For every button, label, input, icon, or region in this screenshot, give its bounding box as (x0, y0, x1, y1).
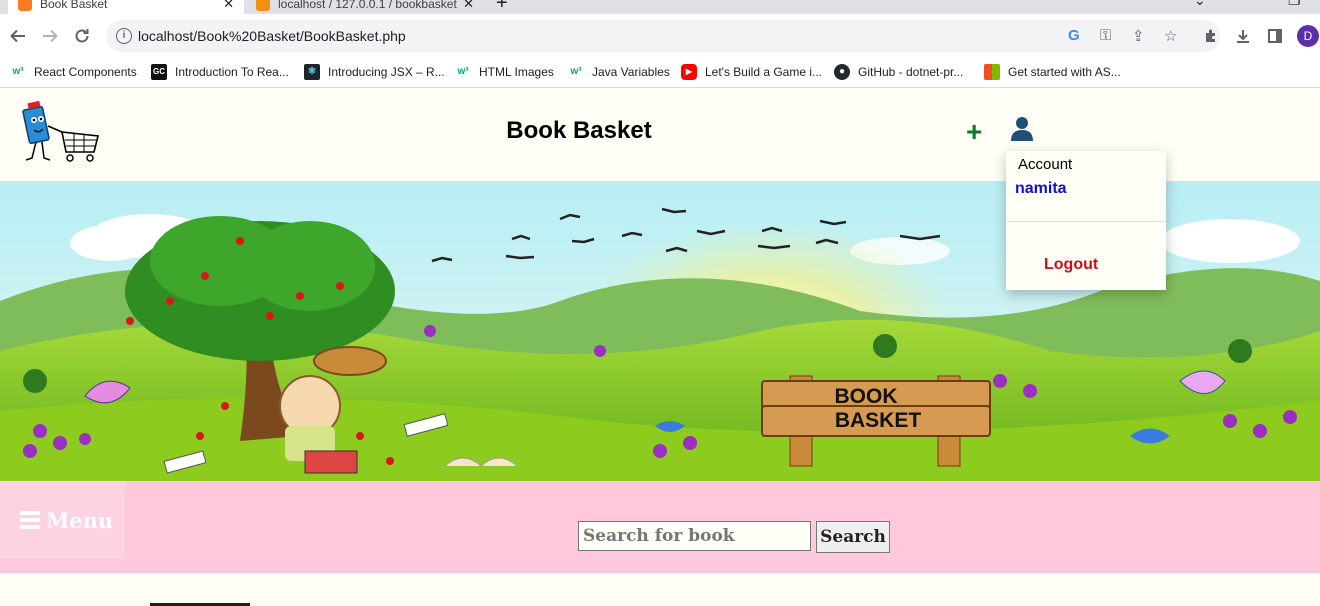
new-tab-button[interactable]: + (496, 0, 508, 14)
share-icon[interactable]: ⇪ (1132, 27, 1145, 45)
tab-search-icon[interactable]: ⌄ (1194, 0, 1206, 9)
bookmark-item[interactable]: ▶ Let's Build a Game i... (681, 64, 822, 80)
phpmyadmin-icon (256, 0, 270, 11)
site-info-icon[interactable]: i (116, 28, 132, 44)
site-title: Book Basket (506, 117, 652, 144)
profile-avatar[interactable]: D (1297, 25, 1319, 47)
menu-label: Menu (46, 507, 114, 533)
side-panel-icon[interactable] (1264, 25, 1286, 47)
search-input[interactable] (578, 521, 811, 551)
hamburger-icon (20, 508, 40, 532)
url-text[interactable]: localhost/Book%20Basket/BookBasket.php (138, 28, 406, 44)
menu-button[interactable]: Menu (0, 481, 125, 559)
bookmark-item[interactable]: w³ React Components (10, 64, 136, 80)
google-icon[interactable]: G (1068, 27, 1080, 44)
sign-text-basket: BASKET (835, 409, 922, 432)
react-icon: ⚛ (304, 64, 320, 80)
tab-title: Book Basket (40, 0, 108, 11)
menu-bar: Menu Search (0, 481, 1320, 573)
extensions-icon[interactable] (1200, 25, 1222, 47)
page: Book Basket + BOOK BASKET Account namita… (0, 88, 1320, 606)
user-account-icon[interactable] (1010, 116, 1034, 142)
dropdown-divider (1006, 221, 1166, 222)
bookmark-item[interactable]: Get started with AS... (984, 64, 1121, 80)
forward-arrow-icon[interactable] (39, 25, 61, 47)
tab-strip: Book Basket ✕ localhost / 127.0.0.1 / bo… (0, 0, 1320, 14)
bookmark-item[interactable]: w³ HTML Images (455, 64, 553, 80)
reload-icon[interactable] (71, 25, 93, 47)
close-icon[interactable]: ✕ (223, 0, 234, 12)
bookmark-item[interactable]: ⚛ Introducing JSX – R... (304, 64, 445, 80)
w3schools-icon: w³ (570, 66, 582, 77)
account-dropdown: Account namita Logout (1006, 151, 1166, 290)
gc-icon: GC (151, 64, 167, 80)
sign-text-book: BOOK (835, 385, 898, 408)
microsoft-icon (984, 64, 1000, 80)
key-icon[interactable]: ⚿ (1100, 27, 1111, 44)
account-username[interactable]: namita (1015, 180, 1067, 198)
browser-toolbar: i localhost/Book%20Basket/BookBasket.php… (0, 14, 1320, 58)
account-label: Account (1018, 156, 1073, 173)
address-bar[interactable]: i localhost/Book%20Basket/BookBasket.php… (106, 20, 1220, 52)
w3schools-icon: w³ (12, 66, 24, 77)
bookmark-item[interactable]: ● GitHub - dotnet-pr... (834, 64, 963, 80)
tab-book-basket[interactable]: Book Basket ✕ (8, 0, 244, 14)
w3schools-icon: w³ (457, 66, 469, 77)
youtube-icon: ▶ (681, 64, 697, 80)
tab-phpmyadmin[interactable]: localhost / 127.0.0.1 / bookbasket ✕ (248, 0, 484, 14)
close-icon[interactable]: ✕ (463, 0, 474, 12)
bookmark-item[interactable]: w³ Java Variables (568, 64, 669, 80)
bookmark-item[interactable]: GC Introduction To Rea... (151, 64, 289, 80)
star-icon[interactable]: ☆ (1164, 27, 1177, 45)
logout-link[interactable]: Logout (1044, 256, 1098, 274)
tab-title: localhost / 127.0.0.1 / bookbasket (278, 0, 457, 11)
xampp-icon (18, 0, 32, 11)
bookmarks-bar: w³ React Components GC Introduction To R… (0, 58, 1320, 88)
search-button[interactable]: Search (816, 521, 890, 553)
back-arrow-icon[interactable] (7, 25, 29, 47)
download-icon[interactable] (1232, 25, 1254, 47)
github-icon: ● (834, 64, 850, 80)
add-book-plus-icon[interactable]: + (966, 118, 982, 146)
restore-icon[interactable]: ❐ (1288, 0, 1301, 9)
